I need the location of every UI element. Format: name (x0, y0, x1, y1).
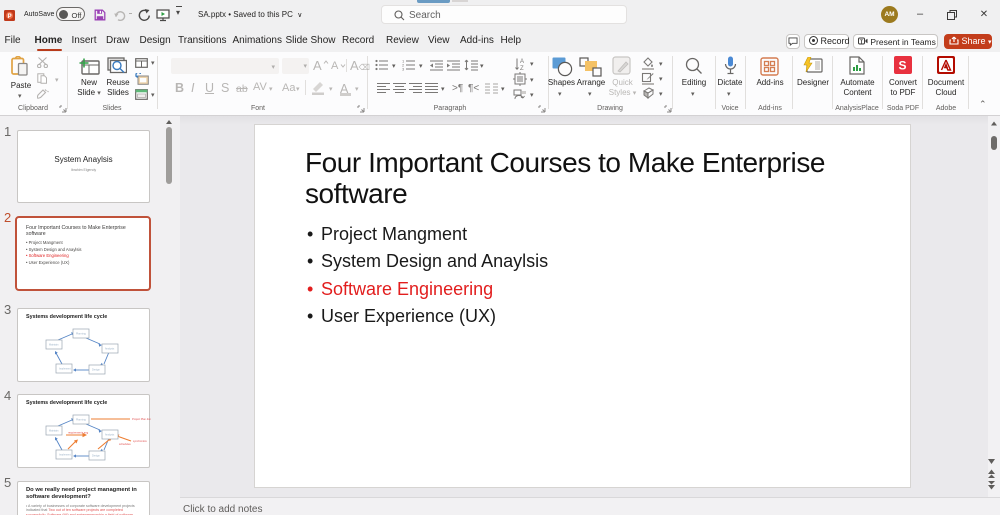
svg-text:Analysis: Analysis (105, 348, 115, 351)
svg-text:P: P (7, 13, 11, 20)
svg-text:schedules: schedules (119, 442, 131, 446)
svg-text:Maintain: Maintain (49, 430, 59, 433)
svg-text:synchronize: synchronize (133, 439, 147, 443)
svg-text:Design: Design (92, 455, 100, 458)
svg-text:Design: Design (92, 369, 100, 372)
svg-text:3: 3 (402, 67, 405, 72)
svg-text:Analysis: Analysis (105, 434, 115, 437)
svg-text:Maintain: Maintain (49, 344, 59, 347)
svg-text:A: A (520, 59, 524, 65)
svg-text:S: S (899, 59, 907, 73)
svg-text:Planning: Planning (76, 333, 86, 336)
svg-text:Project Plan done: Project Plan done (132, 417, 151, 421)
svg-text:Z: Z (520, 66, 524, 71)
svg-text:Planning: Planning (76, 419, 86, 422)
svg-text:requirements eng: requirements eng (68, 431, 89, 435)
svg-text:Implement: Implement (59, 454, 71, 457)
svg-text:Implement: Implement (59, 368, 71, 371)
